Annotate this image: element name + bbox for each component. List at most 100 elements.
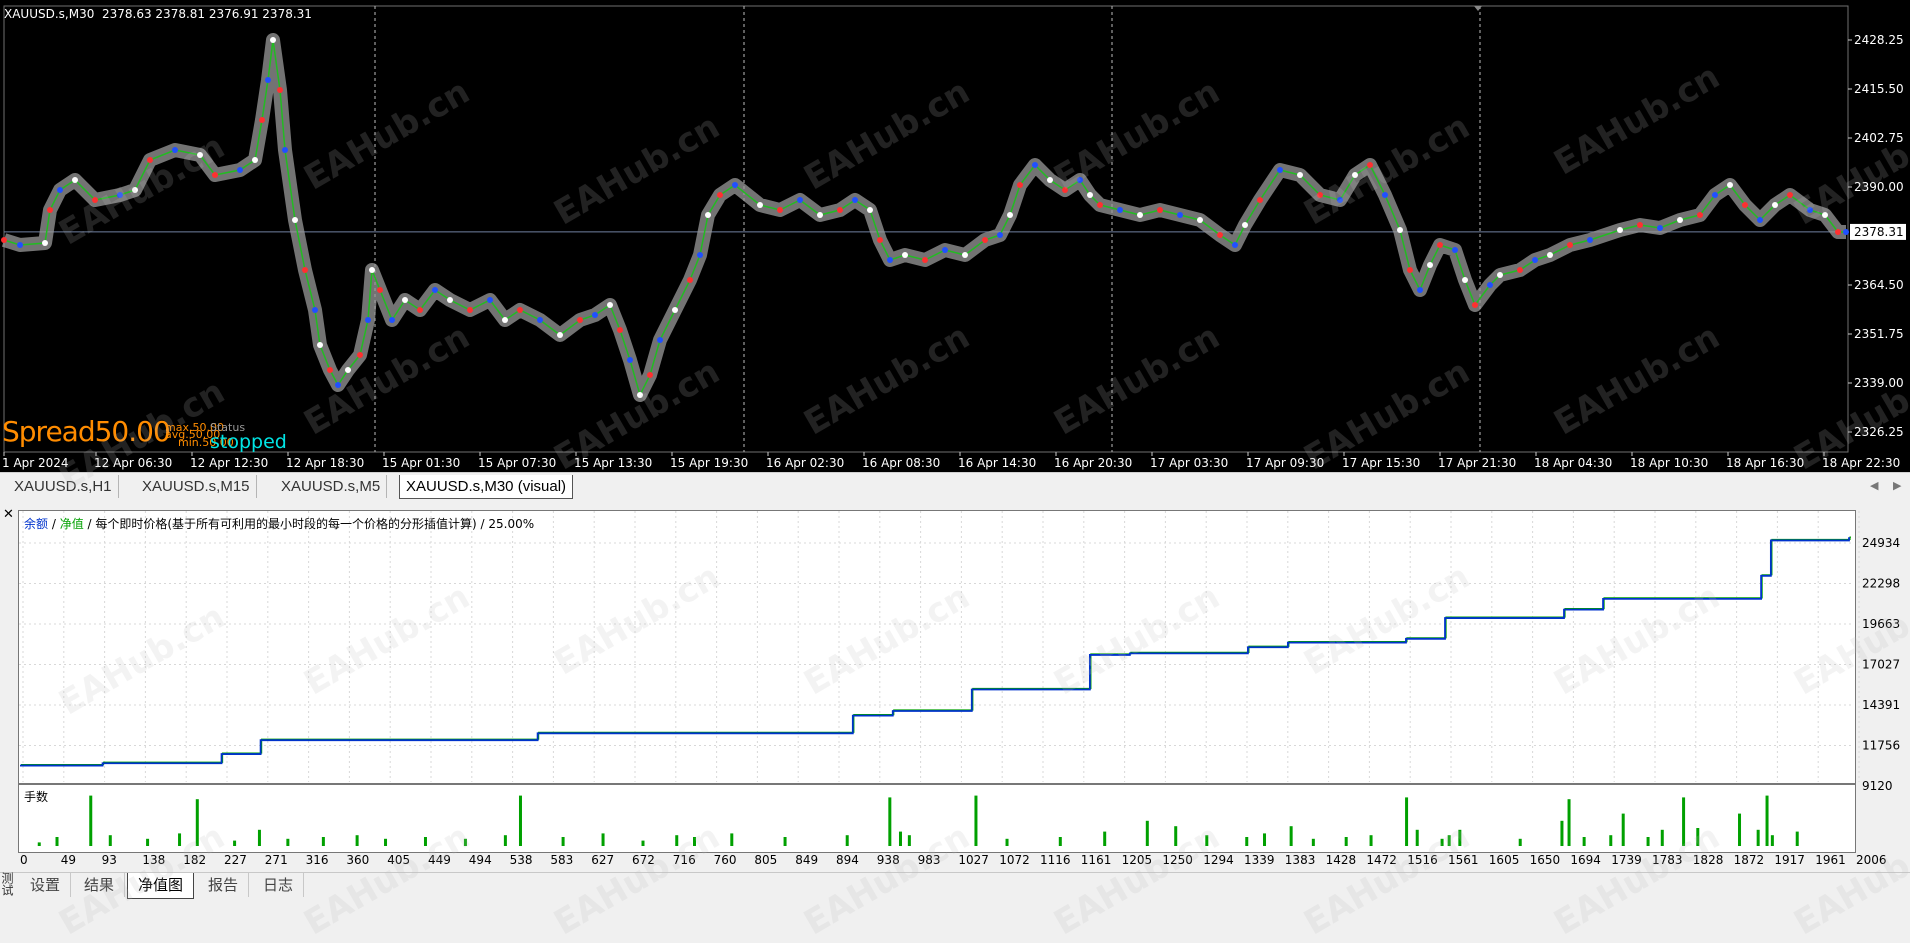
legend-separator: / [48, 517, 60, 531]
lots-axis-label: 1027 [958, 853, 989, 867]
lots-bar [1440, 838, 1444, 846]
lots-bar [1415, 829, 1419, 846]
lots-axis-label: 1205 [1122, 853, 1153, 867]
equity-axis-label: 9120 [1862, 779, 1893, 793]
lots-axis-label: 1161 [1081, 853, 1112, 867]
lots-bar [1560, 820, 1564, 846]
lots-axis-label: 1339 [1244, 853, 1275, 867]
lots-axis-label: 1739 [1611, 853, 1642, 867]
lots-bar [1058, 837, 1062, 846]
lots-axis-label: 894 [836, 853, 859, 867]
lots-bar [355, 835, 359, 846]
lots-bar [1770, 835, 1774, 846]
lots-axis-label: 672 [632, 853, 655, 867]
lots-bar [286, 838, 290, 846]
legend-description: / 每个即时价格(基于所有可利用的最小时段的每一个价格的分形插值计算) / 25… [83, 517, 535, 531]
tab-results[interactable]: 结果 [74, 873, 126, 897]
lots-bar [1609, 835, 1613, 846]
lots-bar [384, 838, 388, 846]
lots-bar [503, 835, 507, 846]
lots-bar [641, 840, 645, 846]
lots-axis-label: 2006 [1856, 853, 1887, 867]
lots-bar [783, 837, 787, 846]
lots-axis-label: 1472 [1366, 853, 1397, 867]
lots-bar [1145, 820, 1149, 846]
lots-axis-label: 405 [387, 853, 410, 867]
lots-axis-label: 716 [673, 853, 696, 867]
lots-bar [257, 829, 261, 846]
lots-bar [321, 837, 325, 846]
lots-axis-label: 849 [795, 853, 818, 867]
lots-axis-label: 449 [428, 853, 451, 867]
lots-axis-label: 583 [550, 853, 573, 867]
lots-bar [1458, 829, 1462, 846]
lots-bar [1311, 838, 1315, 846]
lots-bar [1005, 838, 1009, 846]
equity-line [21, 536, 1851, 766]
equity-axis-label: 17027 [1862, 658, 1900, 672]
lots-bar [1738, 813, 1742, 846]
lots-bar [423, 837, 427, 846]
lots-bar [1765, 795, 1769, 846]
lots-axis-label: 1516 [1407, 853, 1438, 867]
lots-axis-label: 983 [918, 853, 941, 867]
tab-equity-graph[interactable]: 净值图 [127, 873, 195, 899]
lots-bar [601, 833, 605, 846]
lots-bar [907, 835, 911, 846]
legend-balance: 余额 [24, 517, 49, 531]
lots-axis-label: 494 [469, 853, 492, 867]
lots-bar [1174, 826, 1178, 846]
lots-axis-label: 1650 [1530, 853, 1561, 867]
lots-axis-label: 1828 [1693, 853, 1724, 867]
lots-bar [730, 833, 734, 846]
lots-bar [693, 837, 697, 846]
lots-axis-label: 0 [20, 853, 28, 867]
lots-bar [1756, 829, 1760, 846]
lots-bar [1263, 833, 1267, 846]
lots-bar [561, 837, 565, 846]
lots-axis-label: 1383 [1285, 853, 1316, 867]
lots-bar [974, 795, 978, 846]
lots-axis-label: 1561 [1448, 853, 1479, 867]
legend-equity: 净值 [59, 517, 84, 531]
lots-bar [108, 835, 112, 846]
lots-bar [518, 795, 522, 846]
lots-axis-label: 93 [102, 853, 117, 867]
lots-axis-label: 1694 [1570, 853, 1601, 867]
lots-axis-label: 182 [183, 853, 206, 867]
lots-bar [89, 795, 93, 846]
tab-settings[interactable]: 设置 [20, 873, 72, 897]
lots-bar [898, 831, 902, 846]
lots-axis-label: 138 [142, 853, 165, 867]
balance-line [20, 537, 1850, 767]
lots-bar [37, 842, 41, 846]
lots-axis-label: 938 [877, 853, 900, 867]
equity-legend: 余额 / 净值 / 每个即时价格(基于所有可利用的最小时段的每一个价格的分形插值… [24, 515, 534, 532]
lots-bar [178, 833, 182, 846]
lots-axis-label: 316 [306, 853, 329, 867]
lots-bar [1696, 828, 1700, 846]
lots-bar [1289, 826, 1293, 846]
lots-bar [1447, 835, 1451, 846]
lots-axis-label: 1605 [1489, 853, 1520, 867]
lots-bar [675, 835, 679, 846]
lots-bar [55, 837, 59, 846]
lots-axis-label: 1428 [1326, 853, 1357, 867]
lots-axis-label: 627 [591, 853, 614, 867]
lots-axis-label: 760 [714, 853, 737, 867]
lots-axis-label: 271 [265, 853, 288, 867]
tester-side-label: 测试 [0, 872, 14, 896]
lots-bar [1660, 829, 1664, 846]
lots-bar [1344, 837, 1348, 846]
lots-axis-label: 360 [346, 853, 369, 867]
lots-bar [1205, 835, 1209, 846]
tab-journal[interactable]: 日志 [253, 873, 305, 897]
lots-axis-label: 1294 [1203, 853, 1234, 867]
equity-chart-canvas: 24934 22298 19663 17027 14391 11756 9120 0 49 93 1… [19, 511, 1900, 867]
equity-axis-label: 19663 [1862, 617, 1900, 631]
lots-bar [1621, 813, 1625, 846]
lots-axis-label: 1917 [1774, 853, 1805, 867]
tab-report[interactable]: 报告 [198, 873, 250, 897]
lots-bar [1103, 831, 1107, 846]
lots-axis-label: 538 [510, 853, 533, 867]
